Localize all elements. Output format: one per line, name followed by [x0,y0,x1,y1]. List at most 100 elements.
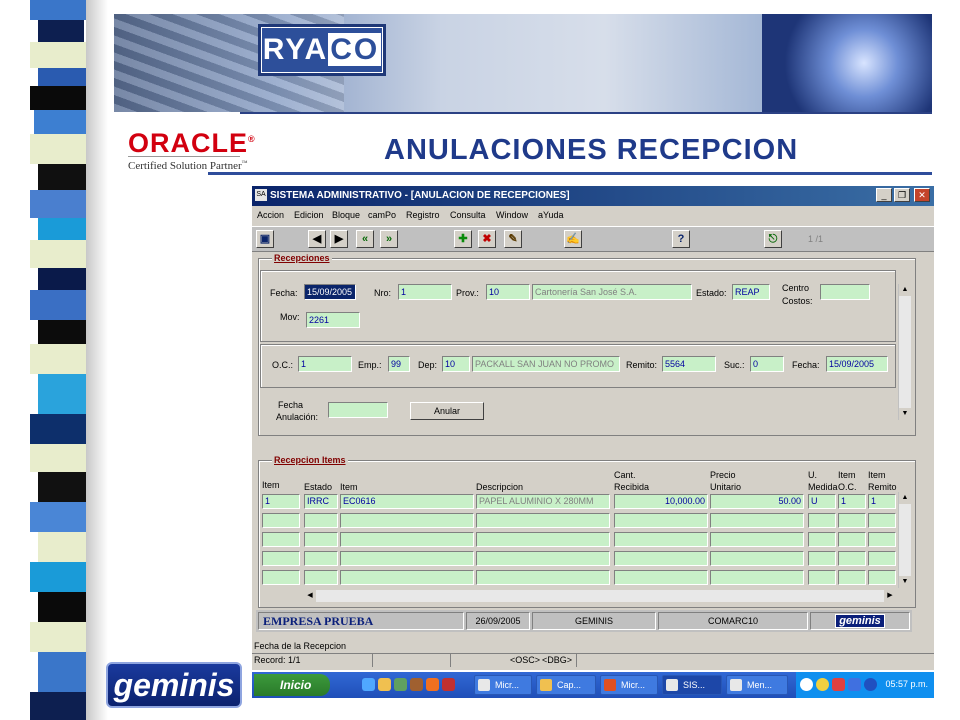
task-sistema[interactable]: SIS... [662,675,722,695]
start-button[interactable]: Inicio [254,674,330,696]
table-cell[interactable] [710,570,804,585]
table-cell[interactable] [808,513,836,528]
app-quicklaunch-icon[interactable] [410,678,423,691]
query-icon[interactable]: ✍ [564,230,582,248]
next-record-icon[interactable]: ▶ [330,230,348,248]
row1-cantidad[interactable]: 10,000.00 [614,494,708,509]
fecha2-field[interactable]: 15/09/2005 [826,356,888,372]
row1-estado[interactable]: IRRC [304,494,338,509]
fecha-anulacion-field[interactable] [328,402,388,418]
row1-codigo[interactable]: EC0616 [340,494,474,509]
table-cell[interactable] [476,532,610,547]
task-word-1[interactable]: Micr... [474,675,532,695]
table-cell[interactable] [304,532,338,547]
table-cell[interactable] [304,570,338,585]
menu-consulta[interactable]: Consulta [450,210,486,220]
items-scrollbar-v[interactable]: ▲ ▼ [898,492,911,588]
menu-edicion[interactable]: Edicion [294,210,324,220]
delete-record-icon[interactable]: ✖ [478,230,496,248]
menu-ayuda[interactable]: aYuda [538,210,564,220]
folder-icon[interactable] [378,678,391,691]
menu-campo[interactable]: camPo [368,210,396,220]
table-cell[interactable] [476,570,610,585]
scroll-down-icon[interactable]: ▼ [899,576,911,588]
table-cell[interactable] [262,570,300,585]
restore-button[interactable]: ❐ [894,188,910,202]
table-cell[interactable] [614,513,708,528]
prev-block-icon[interactable]: « [356,230,374,248]
table-cell[interactable] [808,570,836,585]
table-cell[interactable] [476,551,610,566]
menu-registro[interactable]: Registro [406,210,440,220]
suc-field[interactable]: 0 [750,356,784,372]
task-menu[interactable]: Men... [726,675,788,695]
table-cell[interactable] [304,513,338,528]
save-icon[interactable]: ▣ [256,230,274,248]
exit-icon[interactable]: ⎋ [764,230,782,248]
scroll-down-icon[interactable]: ▼ [899,408,911,420]
media-icon[interactable] [394,678,407,691]
scroll-up-icon[interactable]: ▲ [899,284,911,296]
table-cell[interactable] [838,532,866,547]
table-cell[interactable] [838,513,866,528]
table-cell[interactable] [262,513,300,528]
security-icon[interactable] [832,678,845,691]
table-cell[interactable] [614,551,708,566]
ie-icon[interactable] [362,678,375,691]
table-cell[interactable] [340,570,474,585]
table-cell[interactable] [868,551,896,566]
task-powerpoint[interactable]: Micr... [600,675,658,695]
app-quicklaunch-icon[interactable] [442,678,455,691]
remito-field[interactable]: 5564 [662,356,716,372]
table-cell[interactable] [304,551,338,566]
prov-field[interactable]: 10 [486,284,530,300]
table-cell[interactable] [340,513,474,528]
table-cell[interactable] [838,570,866,585]
row1-precio[interactable]: 50.00 [710,494,804,509]
estado-field[interactable]: REAP [732,284,770,300]
messenger-icon[interactable] [816,678,829,691]
clear-icon[interactable]: ✎ [504,230,522,248]
nro-field[interactable]: 1 [398,284,452,300]
table-cell[interactable] [808,551,836,566]
next-block-icon[interactable]: » [380,230,398,248]
table-cell[interactable] [868,570,896,585]
dep-field[interactable]: 10 [442,356,470,372]
table-cell[interactable] [838,551,866,566]
table-cell[interactable] [710,532,804,547]
tray-arrow-icon[interactable] [800,678,813,691]
table-cell[interactable] [868,513,896,528]
table-cell[interactable] [262,551,300,566]
scroll-left-icon[interactable]: ◀ [304,590,316,602]
table-cell[interactable] [808,532,836,547]
row1-item[interactable]: 1 [262,494,300,509]
network-icon[interactable] [848,678,861,691]
row1-descripcion[interactable]: PAPEL ALUMINIO X 280MM [476,494,610,509]
insert-record-icon[interactable]: ✚ [454,230,472,248]
row1-um[interactable]: U [808,494,836,509]
row1-item-remito[interactable]: 1 [868,494,896,509]
table-cell[interactable] [340,551,474,566]
table-cell[interactable] [614,532,708,547]
items-scrollbar-h[interactable]: ◀ ▶ [304,590,896,602]
scroll-right-icon[interactable]: ▶ [884,590,896,602]
close-button[interactable]: ✕ [914,188,930,202]
recepciones-scrollbar[interactable]: ▲ ▼ [898,284,911,420]
volume-icon[interactable] [864,678,877,691]
menu-bloque[interactable]: Bloque [332,210,360,220]
minimize-button[interactable]: _ [876,188,892,202]
centro-costos-field[interactable] [820,284,870,300]
task-capture[interactable]: Cap... [536,675,596,695]
table-cell[interactable] [614,570,708,585]
app-quicklaunch-icon[interactable] [426,678,439,691]
table-cell[interactable] [710,513,804,528]
mov-field[interactable]: 2261 [306,312,360,328]
help-icon[interactable]: ? [672,230,690,248]
table-cell[interactable] [710,551,804,566]
window-titlebar[interactable]: SA SISTEMA ADMINISTRATIVO - [ANULACION D… [252,186,934,206]
anular-button[interactable]: Anular [410,402,484,420]
menu-window[interactable]: Window [496,210,528,220]
fecha-field[interactable]: 15/09/2005 [304,284,356,300]
table-cell[interactable] [476,513,610,528]
menu-accion[interactable]: Accion [257,210,284,220]
